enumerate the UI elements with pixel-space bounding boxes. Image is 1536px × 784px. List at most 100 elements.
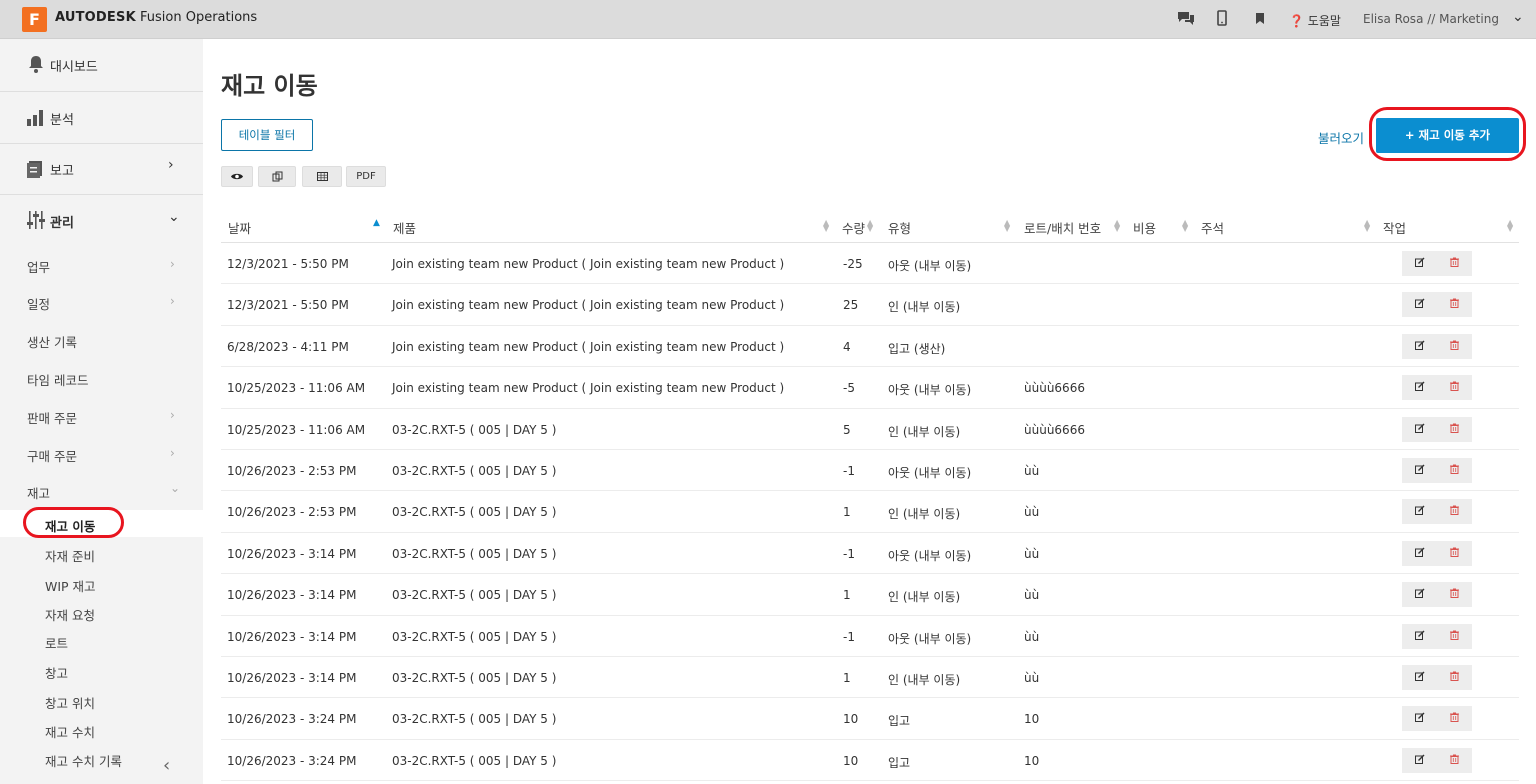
sidebar-item-schedule[interactable]: 일정 — [27, 294, 50, 313]
sidebar-item-tasks[interactable]: 업무 — [27, 257, 50, 276]
cell-date: 10/26/2023 - 3:14 PM — [227, 546, 357, 561]
column-header-type[interactable]: 유형 — [888, 218, 911, 237]
table-row[interactable]: 10/26/2023 - 3:14 PM 03-2C.RXT-5 ( 005 | … — [221, 533, 1519, 575]
cell-quantity: 4 — [843, 339, 851, 354]
sort-icon[interactable]: ▲ ▼ — [867, 219, 873, 233]
delete-icon[interactable] — [1437, 499, 1472, 525]
sidebar-item-production-records[interactable]: 생산 기록 — [27, 332, 77, 351]
table-row[interactable]: 10/26/2023 - 3:24 PM 03-2C.RXT-5 ( 005 | … — [221, 698, 1519, 740]
cell-date: 10/25/2023 - 11:06 AM — [227, 422, 366, 437]
table-row[interactable]: 12/3/2021 - 5:50 PM Join existing team ne… — [221, 284, 1519, 326]
sidebar-item-material-requests[interactable]: 자재 요청 — [45, 605, 95, 624]
bookmark-icon[interactable] — [1255, 12, 1265, 29]
cell-lot: ùù — [1024, 464, 1040, 478]
edit-icon[interactable] — [1402, 458, 1437, 483]
delete-icon[interactable] — [1437, 251, 1472, 276]
delete-icon[interactable] — [1437, 416, 1472, 442]
sidebar-item-time-records[interactable]: 타임 레코드 — [27, 370, 88, 389]
sidebar-item-warehouse-locations[interactable]: 창고 위치 — [45, 693, 95, 712]
chevron-right-icon: › — [170, 294, 175, 308]
delete-icon[interactable] — [1437, 582, 1472, 608]
mobile-icon[interactable] — [1217, 10, 1227, 30]
column-header-product[interactable]: 제품 — [393, 218, 416, 237]
delete-icon[interactable] — [1437, 458, 1472, 483]
cell-type: 아웃 (내부 이동) — [888, 631, 972, 646]
app-title: AUTODESK Fusion Operations — [55, 10, 257, 25]
delete-icon[interactable] — [1437, 747, 1472, 773]
sort-icon[interactable]: ▲ ▼ — [1114, 219, 1120, 233]
delete-icon[interactable] — [1437, 333, 1472, 359]
edit-icon[interactable] — [1402, 375, 1437, 401]
sidebar-item-inventory-level-history[interactable]: 재고 수치 기록 — [45, 751, 122, 770]
table-row[interactable]: 10/25/2023 - 11:06 AM Join existing team … — [221, 367, 1519, 409]
sidebar-item-material-prep[interactable]: 자재 준비 — [45, 546, 95, 565]
sidebar-item-purchase-orders[interactable]: 구매 주문 — [27, 446, 77, 465]
table-row[interactable]: 12/3/2021 - 5:50 PM Join existing team ne… — [221, 243, 1519, 285]
cell-quantity: 5 — [843, 422, 851, 437]
excel-export-button[interactable] — [302, 166, 342, 187]
table-filter-button[interactable]: 테이블 필터 — [221, 119, 313, 151]
edit-icon[interactable] — [1402, 333, 1437, 359]
sidebar-item-inventory[interactable]: 재고 — [27, 483, 50, 502]
edit-icon[interactable] — [1402, 706, 1437, 732]
sort-icon[interactable]: ▲ ▼ — [1364, 219, 1370, 233]
sidebar-item-inventory-levels[interactable]: 재고 수치 — [45, 722, 95, 741]
fusion-logo[interactable]: F — [22, 7, 47, 32]
column-header-lot[interactable]: 로트/배치 번호 — [1024, 218, 1101, 237]
sidebar-item-analytics[interactable]: 분석 — [0, 92, 203, 144]
import-link[interactable]: 불러오기 — [1318, 128, 1364, 147]
table-row[interactable]: 10/26/2023 - 2:53 PM 03-2C.RXT-5 ( 005 | … — [221, 491, 1519, 533]
collapse-sidebar-icon[interactable]: ‹ — [163, 755, 170, 776]
column-header-notes[interactable]: 주석 — [1201, 218, 1224, 237]
help-button[interactable]: ❓ 도움말 — [1289, 12, 1341, 29]
table-row[interactable]: 10/25/2023 - 11:06 AM 03-2C.RXT-5 ( 005 |… — [221, 409, 1519, 450]
sort-asc-icon[interactable]: ▲ — [373, 218, 380, 228]
sort-icon[interactable]: ▲ ▼ — [1004, 219, 1010, 233]
pdf-export-button[interactable]: PDF — [346, 166, 386, 187]
cell-date: 12/3/2021 - 5:50 PM — [227, 257, 349, 271]
edit-icon[interactable] — [1402, 582, 1437, 608]
view-columns-button[interactable] — [221, 166, 253, 187]
column-header-quantity[interactable]: 수량 — [842, 218, 865, 237]
table-row[interactable]: 10/26/2023 - 3:14 PM 03-2C.RXT-5 ( 005 | … — [221, 574, 1519, 616]
delete-icon[interactable] — [1437, 375, 1472, 401]
delete-icon[interactable] — [1437, 292, 1472, 318]
edit-icon[interactable] — [1402, 623, 1437, 649]
user-menu[interactable]: Elisa Rosa // Marketing — [1363, 12, 1499, 26]
edit-icon[interactable] — [1402, 292, 1437, 318]
edit-icon[interactable] — [1402, 416, 1437, 442]
sort-icon[interactable]: ▲ ▼ — [823, 219, 829, 233]
table-row[interactable]: 10/26/2023 - 3:24 PM 03-2C.RXT-5 ( 005 | … — [221, 740, 1519, 782]
column-header-cost[interactable]: 비용 — [1133, 218, 1156, 237]
chat-icon[interactable] — [1176, 10, 1196, 30]
delete-icon[interactable] — [1437, 706, 1472, 732]
delete-icon[interactable] — [1437, 623, 1472, 649]
sidebar-item-manage[interactable]: 관리 ⌄ — [0, 195, 203, 247]
highlight-annotation — [1369, 107, 1526, 161]
sidebar-item-warehouses[interactable]: 창고 — [45, 663, 68, 682]
sidebar-item-reports[interactable]: 보고 › — [0, 143, 203, 195]
edit-icon[interactable] — [1402, 747, 1437, 773]
sidebar-item-sales-orders[interactable]: 판매 주문 — [27, 408, 77, 427]
table-row[interactable]: 10/26/2023 - 3:14 PM 03-2C.RXT-5 ( 005 | … — [221, 657, 1519, 699]
delete-icon[interactable] — [1437, 665, 1472, 690]
table-row[interactable]: 10/26/2023 - 2:53 PM 03-2C.RXT-5 ( 005 | … — [221, 450, 1519, 492]
cell-date: 10/26/2023 - 2:53 PM — [227, 464, 357, 478]
sidebar-item-wip-inventory[interactable]: WIP 재고 — [45, 576, 96, 595]
bell-icon — [26, 54, 46, 74]
sidebar-item-lots[interactable]: 로트 — [45, 633, 68, 652]
table-row[interactable]: 10/26/2023 - 3:14 PM 03-2C.RXT-5 ( 005 | … — [221, 616, 1519, 657]
sidebar-item-dashboard[interactable]: 대시보드 — [0, 39, 203, 91]
chevron-down-icon[interactable]: ⌄ — [1512, 9, 1524, 25]
edit-icon[interactable] — [1402, 251, 1437, 276]
edit-icon[interactable] — [1402, 499, 1437, 525]
sort-icon[interactable]: ▲ ▼ — [1182, 219, 1188, 233]
delete-icon[interactable] — [1437, 540, 1472, 566]
sort-icon[interactable]: ▲ ▼ — [1507, 219, 1513, 233]
column-header-date[interactable]: 날짜 — [228, 218, 251, 237]
edit-icon[interactable] — [1402, 540, 1437, 566]
table-row[interactable]: 6/28/2023 - 4:11 PM Join existing team ne… — [221, 326, 1519, 368]
edit-icon[interactable] — [1402, 665, 1437, 690]
copy-button[interactable] — [258, 166, 296, 187]
cell-type: 입고 (생산) — [888, 341, 946, 356]
